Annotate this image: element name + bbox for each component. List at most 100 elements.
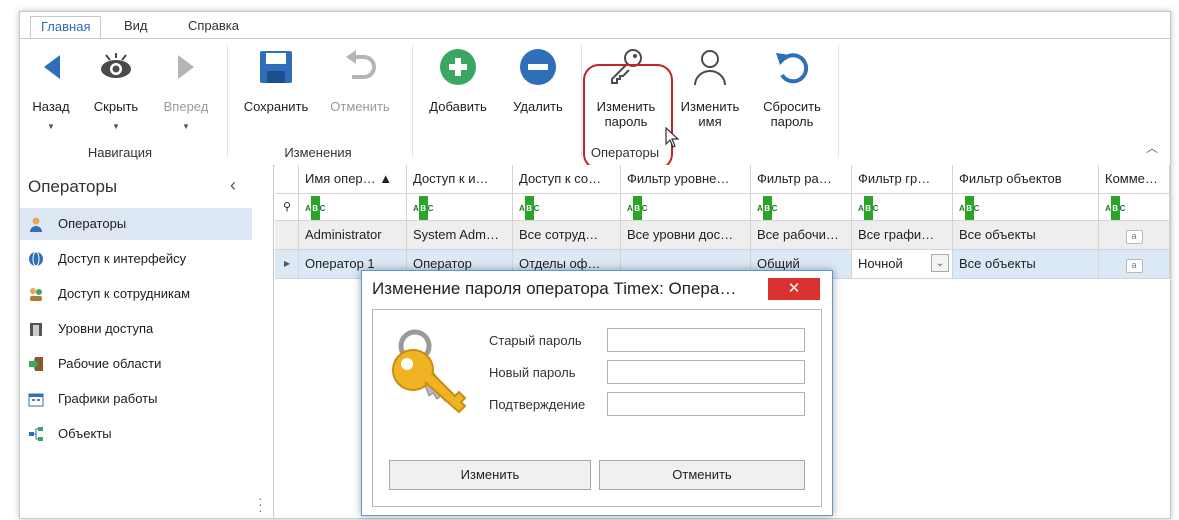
text-filter-icon: ABC [627,196,648,220]
filter-pin-icon: ⚲ [275,194,299,220]
comment-cell[interactable]: a [1099,221,1170,249]
tab-home[interactable]: Главная [30,16,102,40]
collapse-sidebar-icon[interactable]: ‹ [230,175,236,196]
floppy-save-icon [260,51,292,83]
confirm-password-label: Подтверждение [489,397,586,412]
table-cell-editing[interactable]: Ночной ⌄ [852,250,953,278]
filter-cell[interactable]: ABC [621,194,751,220]
change-name-label: Изменить имя [672,99,748,129]
keys-icon [392,329,467,414]
sidebar-item-employee-access[interactable]: Доступ к сотрудникам [20,278,252,310]
table-cell[interactable]: Все сотруд… [513,221,621,249]
collapse-ribbon-icon[interactable]: ︿ [1146,139,1158,156]
resize-handle-icon[interactable]: · · · [258,491,263,517]
mouse-cursor-icon [665,127,680,148]
close-button[interactable]: ✕ [768,278,820,300]
change-name-line2: имя [698,114,722,129]
arrow-left-icon [44,55,60,79]
sidebar-item-label: Уровни доступа [58,321,154,336]
sidebar-item-label: Доступ к сотрудникам [58,286,191,301]
tab-help[interactable]: Справка [178,16,249,38]
sidebar-item-label: Доступ к интерфейсу [58,251,187,266]
column-header[interactable]: Доступ к и… [407,165,513,193]
comment-icon[interactable]: a [1125,259,1143,273]
filter-cell[interactable]: ABC [953,194,1099,220]
text-filter-icon: ABC [305,196,326,220]
sidebar-item-interface-access[interactable]: Доступ к интерфейсу [20,243,252,275]
group-changes-label: Изменения [284,145,352,160]
row-indicator-icon: ▶ [275,250,299,278]
grid-header-row: Имя опер… ▲ Доступ к и… Доступ к со… Фил… [275,165,1170,194]
table-cell[interactable]: Все объекты [953,250,1099,278]
undo-icon [346,50,376,79]
text-filter-icon: ABC [519,196,540,220]
table-row[interactable]: Administrator System Adm… Все сотруд… Вс… [275,221,1170,250]
filter-cell[interactable]: ABC [852,194,953,220]
table-cell[interactable]: Все объекты [953,221,1099,249]
door-icon [30,323,42,336]
reset-password-line1: Сбросить [763,99,821,114]
ribbon: Назад ▼ Скрыть ▼ Вперед ▼ Навигация Сохр… [20,38,1170,170]
comment-cell[interactable]: a [1099,250,1170,278]
change-button[interactable]: Изменить [389,460,591,490]
column-header[interactable]: Фильтр уровне… [621,165,751,193]
filter-cell[interactable]: ABC [407,194,513,220]
cancel-button[interactable]: Отменить [599,460,805,490]
eye-hide-icon [101,53,131,78]
new-password-input[interactable] [607,360,805,384]
column-header[interactable]: Фильтр ра… [751,165,852,193]
save-label: Сохранить [243,99,309,114]
table-cell[interactable]: Все уровни дос… [621,221,751,249]
change-password-dialog: Изменение пароля оператора Timex: Опера…… [361,270,833,516]
filter-cell[interactable]: ABC [513,194,621,220]
text-filter-icon: ABC [1105,196,1126,220]
sidebar-item-label: Операторы [58,216,127,231]
column-header[interactable]: Комме… [1099,165,1170,193]
filter-cell[interactable]: ABC [1099,194,1170,220]
row-indicator-header [275,165,299,193]
tab-view[interactable]: Вид [114,16,158,38]
filter-cell[interactable]: ABC [299,194,407,220]
group-separator [227,45,228,157]
add-label: Добавить [429,99,487,114]
group-separator [581,45,582,157]
group-navigation-label: Навигация [87,145,153,160]
table-cell[interactable]: System Adm… [407,221,513,249]
user-icon [30,217,42,232]
column-header[interactable]: Фильтр гр… [852,165,953,193]
close-icon: ✕ [787,280,801,297]
column-header[interactable]: Имя опер… ▲ [299,165,407,193]
sidebar: Операторы ‹ Операторы Доступ к интерфейс… [20,165,274,518]
table-cell[interactable]: Все рабочи… [751,221,852,249]
text-filter-icon: ABC [959,196,980,220]
enter-area-icon [29,357,43,371]
undo-label: Отменить [330,99,390,114]
ribbon-tabs: Главная Вид Справка [20,12,1170,40]
old-password-input[interactable] [607,328,805,352]
confirm-password-input[interactable] [607,392,805,416]
sidebar-item-objects[interactable]: Объекты [20,418,252,450]
chevron-down-icon: ▼ [182,122,190,131]
sidebar-item-operators[interactable]: Операторы [20,208,252,240]
filter-cell[interactable]: ABC [751,194,852,220]
change-name-line1: Изменить [680,99,740,114]
sidebar-item-label: Графики работы [58,391,158,406]
reset-arrow-icon [776,53,809,84]
column-header[interactable]: Фильтр объектов [953,165,1099,193]
user-icon [694,50,726,86]
column-header[interactable]: Доступ к со… [513,165,621,193]
group-separator [838,45,839,157]
sidebar-item-access-levels[interactable]: Уровни доступа [20,313,252,345]
chevron-down-icon: ▼ [47,122,55,131]
sidebar-item-label: Рабочие области [58,356,162,371]
table-cell[interactable]: Administrator [299,221,407,249]
chevron-down-icon[interactable]: ⌄ [931,254,949,272]
table-cell[interactable]: Все графи… [852,221,953,249]
comment-icon[interactable]: a [1125,230,1143,244]
dialog-title: Изменение пароля оператора Timex: Опера… [372,279,737,298]
sidebar-item-work-areas[interactable]: Рабочие области [20,348,252,380]
sidebar-item-work-schedules[interactable]: Графики работы [20,383,252,415]
sidebar-item-label: Объекты [58,426,112,441]
text-filter-icon: ABC [413,196,434,220]
old-password-label: Старый пароль [489,333,582,348]
